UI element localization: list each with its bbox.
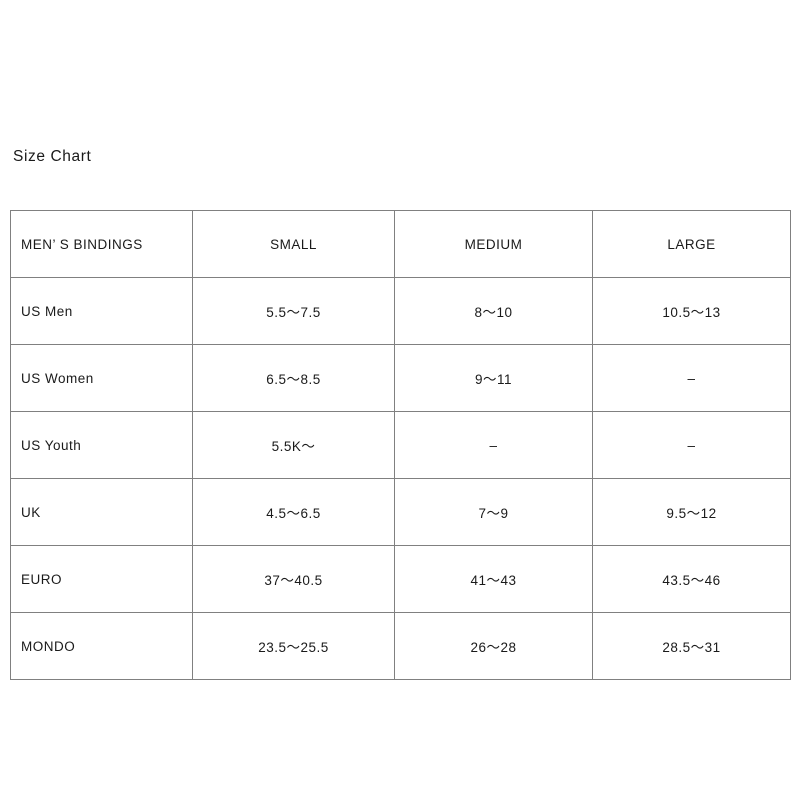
- page-title: Size Chart: [13, 148, 92, 165]
- cell-mondo-medium: 26〜28: [394, 612, 593, 680]
- table-row: UK 4.5〜6.5 7〜9 9.5〜12: [10, 478, 791, 546]
- column-header-large: LARGE: [592, 210, 791, 278]
- size-chart-table: MEN’ S BINDINGS SMALL MEDIUM LARGE US Me…: [10, 210, 791, 680]
- column-header-small: SMALL: [192, 210, 395, 278]
- table-row: MONDO 23.5〜25.5 26〜28 28.5〜31: [10, 612, 791, 680]
- column-header-medium: MEDIUM: [394, 210, 593, 278]
- cell-us-youth-large: –: [592, 411, 791, 479]
- table-row: US Men 5.5〜7.5 8〜10 10.5〜13: [10, 277, 791, 345]
- cell-us-women-small: 6.5〜8.5: [192, 344, 395, 412]
- row-label-uk: UK: [10, 478, 193, 546]
- row-label-us-men: US Men: [10, 277, 193, 345]
- row-label-mondo: MONDO: [10, 612, 193, 680]
- cell-uk-medium: 7〜9: [394, 478, 593, 546]
- column-header-category: MEN’ S BINDINGS: [10, 210, 193, 278]
- cell-us-men-medium: 8〜10: [394, 277, 593, 345]
- cell-us-women-medium: 9〜11: [394, 344, 593, 412]
- cell-us-men-large: 10.5〜13: [592, 277, 791, 345]
- table-row: US Women 6.5〜8.5 9〜11 –: [10, 344, 791, 412]
- cell-us-men-small: 5.5〜7.5: [192, 277, 395, 345]
- row-label-euro: EURO: [10, 545, 193, 613]
- cell-mondo-large: 28.5〜31: [592, 612, 791, 680]
- cell-us-women-large: –: [592, 344, 791, 412]
- cell-euro-small: 37〜40.5: [192, 545, 395, 613]
- cell-euro-medium: 41〜43: [394, 545, 593, 613]
- cell-us-youth-small: 5.5K〜: [192, 411, 395, 479]
- table-row: EURO 37〜40.5 41〜43 43.5〜46: [10, 545, 791, 613]
- table-body: MEN’ S BINDINGS SMALL MEDIUM LARGE US Me…: [10, 210, 791, 680]
- cell-mondo-small: 23.5〜25.5: [192, 612, 395, 680]
- cell-uk-small: 4.5〜6.5: [192, 478, 395, 546]
- cell-uk-large: 9.5〜12: [592, 478, 791, 546]
- cell-euro-large: 43.5〜46: [592, 545, 791, 613]
- table-row: US Youth 5.5K〜 – –: [10, 411, 791, 479]
- row-label-us-women: US Women: [10, 344, 193, 412]
- cell-us-youth-medium: –: [394, 411, 593, 479]
- table-header-row: MEN’ S BINDINGS SMALL MEDIUM LARGE: [10, 210, 791, 278]
- row-label-us-youth: US Youth: [10, 411, 193, 479]
